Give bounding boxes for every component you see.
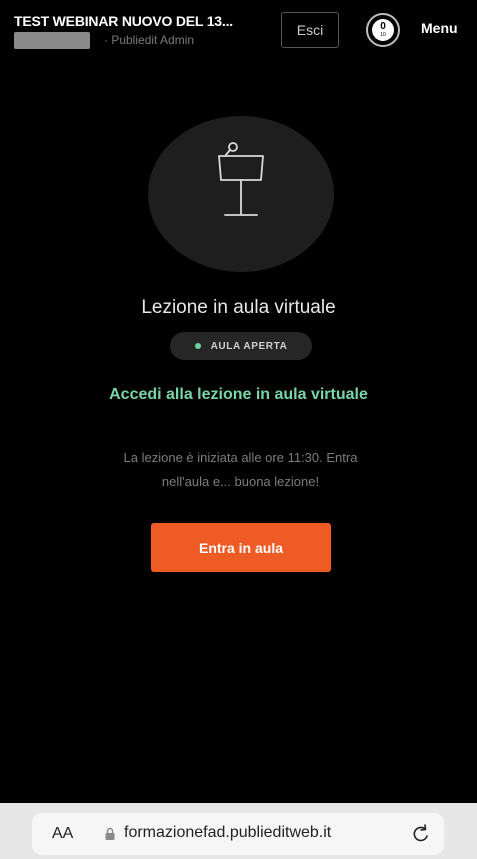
progress-badge[interactable]: 0 10 [366, 13, 400, 47]
lock-icon [105, 827, 115, 840]
status-badge: AULA APERTA [170, 332, 312, 360]
progress-completed: 0 [380, 21, 386, 32]
progress-counter: 0 10 [372, 19, 394, 41]
status-text: AULA APERTA [210, 340, 288, 352]
top-header: TEST WEBINAR NUOVO DEL 13... · Publiedit… [0, 0, 477, 62]
status-dot [194, 343, 201, 349]
menu-button[interactable]: Menu [421, 20, 458, 36]
browser-address-bar: AA formazionefad.publieditweb.it [0, 803, 477, 859]
exit-button[interactable]: Esci [281, 12, 339, 48]
enter-classroom-button[interactable]: Entra in aula [151, 523, 331, 572]
lectern-icon [218, 142, 264, 216]
text-size-button[interactable]: AA [52, 825, 73, 843]
lesson-title: Lezione in aula virtuale [141, 297, 336, 318]
url-text: formazionefad.publieditweb.it [124, 824, 332, 841]
course-title: TEST WEBINAR NUOVO DEL 13... [14, 13, 233, 29]
author-role: · Publiedit Admin [104, 33, 195, 47]
url-field[interactable]: AA formazionefad.publieditweb.it [32, 813, 444, 855]
lesson-info: La lezione è iniziata alle ore 11:30. En… [80, 446, 401, 494]
lesson-info-line-1: La lezione è iniziata alle ore 11:30. En… [123, 450, 358, 465]
lesson-info-line-2: nell'aula e... buona lezione! [161, 474, 320, 489]
access-heading: Accedi alla lezione in aula virtuale [109, 386, 368, 403]
author-row: · Publiedit Admin [14, 31, 194, 49]
author-name-redacted [14, 31, 90, 49]
progress-total: 10 [380, 32, 386, 38]
hero-circle [148, 116, 334, 272]
reload-icon[interactable] [410, 823, 432, 845]
